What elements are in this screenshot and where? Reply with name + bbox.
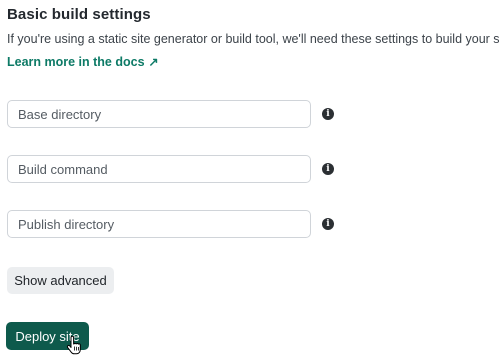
hand-pointer-cursor-icon: [66, 336, 81, 355]
publish-directory-field[interactable]: [7, 210, 311, 238]
section-description: If you're using a static site generator …: [7, 32, 500, 46]
base-directory-info-icon[interactable]: i: [322, 108, 334, 120]
section-title: Basic build settings: [7, 6, 151, 23]
base-directory-input[interactable]: [18, 106, 300, 122]
publish-directory-input[interactable]: [18, 216, 300, 232]
base-directory-field[interactable]: [7, 100, 311, 128]
show-advanced-button[interactable]: Show advanced: [7, 267, 114, 294]
external-link-icon: ↗: [148, 55, 159, 69]
learn-more-link[interactable]: Learn more in the docs ↗: [7, 55, 159, 69]
build-command-field[interactable]: [7, 155, 311, 183]
publish-directory-info-icon[interactable]: i: [322, 218, 334, 230]
learn-more-label: Learn more in the docs: [7, 55, 145, 69]
build-command-info-icon[interactable]: i: [322, 163, 334, 175]
build-command-input[interactable]: [18, 161, 300, 177]
build-settings-panel: Basic build settings If you're using a s…: [0, 0, 500, 363]
